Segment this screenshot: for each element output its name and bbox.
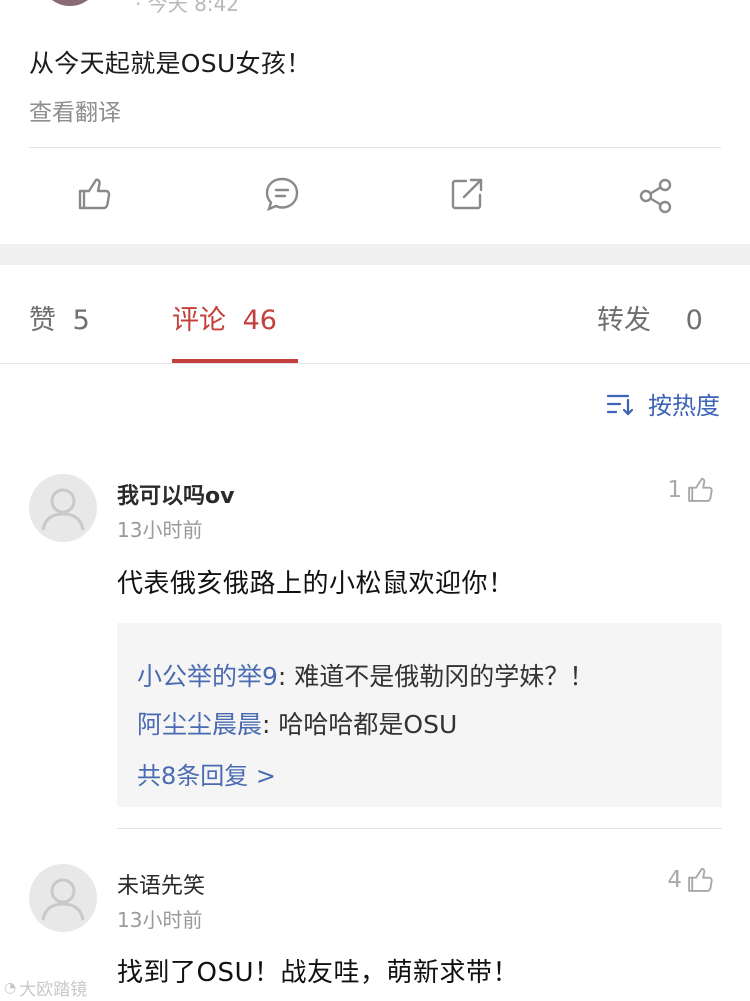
comment-text: 代表俄亥俄路上的小松鼠欢迎你！ (117, 569, 515, 599)
default-avatar-icon (41, 878, 85, 921)
watermark: ◔ 大欧踏镜 (4, 975, 88, 1001)
tab-reposts-count: 0 (685, 305, 703, 336)
comment-like-button[interactable]: 4 (667, 866, 714, 894)
reply-item: 小公举的举9: 难道不是俄勒冈的学妹？！ (137, 657, 594, 693)
tab-likes-count: 5 (72, 305, 90, 336)
watermark-logo-icon: ◔ (4, 979, 17, 996)
tab-comments-label: 评论 (172, 305, 226, 336)
sort-button[interactable]: 按热度 (606, 386, 720, 421)
reply-colon: : (262, 710, 279, 739)
thumb-up-icon (688, 867, 713, 892)
reply-author[interactable]: 小公举的举9 (137, 662, 278, 691)
repost-icon (451, 178, 483, 210)
comment-bubble-icon (265, 177, 299, 212)
like-button[interactable] (72, 172, 116, 216)
more-replies-link[interactable]: 共8条回复 > (137, 756, 276, 791)
avatar[interactable] (29, 474, 97, 542)
translate-link[interactable]: 查看翻译 (29, 93, 121, 127)
post-text: 从今天起就是OSU女孩！ (29, 49, 312, 78)
sort-icon (606, 394, 634, 416)
tab-likes-label: 赞 (29, 305, 56, 336)
share-icon (639, 178, 672, 214)
tabs-divider (0, 363, 750, 364)
reply-item: 阿尘尘晨晨: 哈哈哈都是OSU (137, 705, 457, 741)
section-separator (0, 244, 750, 265)
reply-box: 小公举的举9: 难道不是俄勒冈的学妹？！ 阿尘尘晨晨: 哈哈哈都是OSU 共8条… (117, 623, 722, 807)
comment-time: 13小时前 (117, 518, 203, 542)
comment-like-count: 1 (667, 477, 682, 503)
share-button[interactable] (634, 174, 678, 218)
comment-like-count: 4 (667, 867, 682, 893)
thumb-up-icon (78, 178, 111, 210)
poster-avatar[interactable] (40, 0, 100, 6)
avatar[interactable] (29, 864, 97, 932)
reply-author[interactable]: 阿尘尘晨晨 (137, 710, 262, 739)
reply-text: 难道不是俄勒冈的学妹？！ (294, 662, 595, 691)
comment-like-button[interactable]: 1 (667, 476, 714, 504)
tab-reposts[interactable]: 转发 0 (597, 298, 703, 337)
thumb-up-icon (688, 477, 713, 502)
tab-comments[interactable]: 评论 46 (172, 298, 277, 337)
reply-text: 哈哈哈都是OSU (278, 710, 458, 739)
divider (29, 147, 721, 148)
comment-divider (117, 828, 722, 829)
comment-time: 13小时前 (117, 908, 203, 932)
repost-button[interactable] (445, 172, 489, 216)
sort-label: 按热度 (648, 392, 720, 420)
tab-likes[interactable]: 赞 5 (29, 298, 90, 337)
reply-colon: : (277, 662, 295, 691)
comment-text: 找到了OSU！战友哇，萌新求带！ (117, 958, 519, 988)
comment-username[interactable]: 未语先笑 (117, 868, 205, 900)
post-meta: · 今天 8:42 (135, 0, 239, 16)
default-avatar-icon (41, 488, 85, 531)
watermark-text: 大欧踏镜 (19, 980, 88, 1000)
comment-username[interactable]: 我可以吗ov (117, 478, 234, 510)
tab-comments-count: 46 (242, 305, 277, 336)
tab-reposts-label: 转发 (597, 305, 651, 336)
comment-button[interactable] (260, 172, 304, 216)
